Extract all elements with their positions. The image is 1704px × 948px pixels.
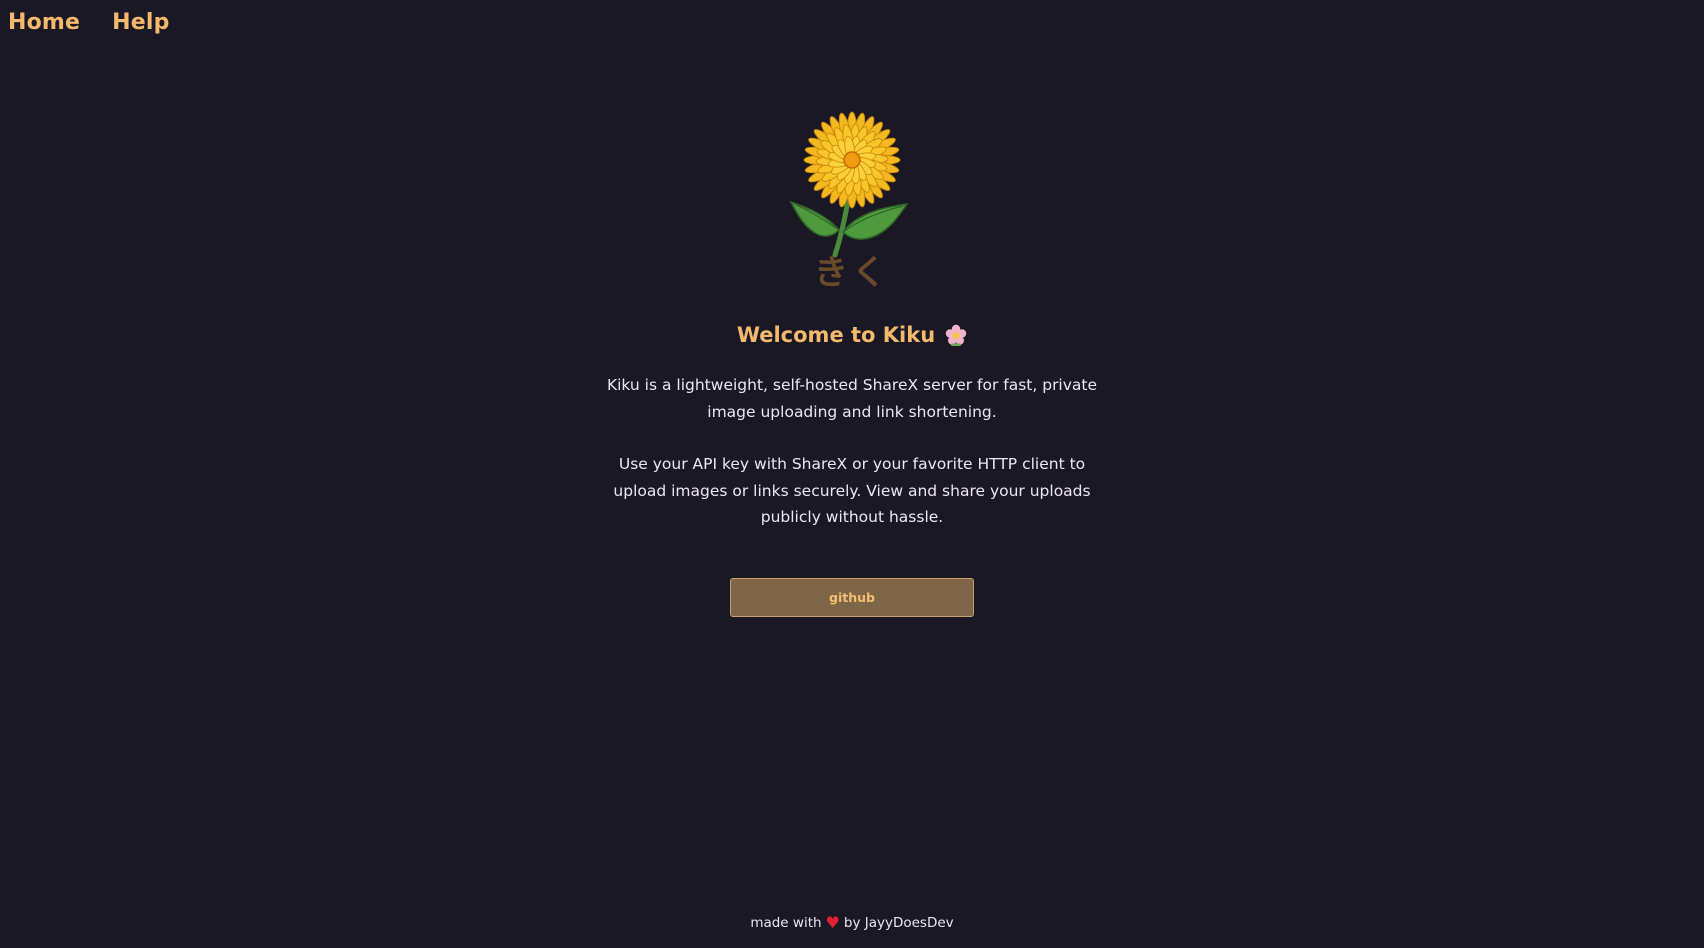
description-usage: Use your API key with ShareX or your fav… bbox=[613, 455, 1091, 526]
nav-home-link[interactable]: Home bbox=[8, 10, 80, 35]
footer-prefix: made with bbox=[750, 915, 822, 931]
github-button[interactable]: github bbox=[730, 577, 974, 617]
main-content: Welcome to Kiku Kiku is a lightweight, s… bbox=[0, 318, 1704, 617]
footer: made with ♥ by JayyDoesDev bbox=[0, 913, 1704, 932]
heart-icon: ♥ bbox=[825, 913, 840, 932]
top-nav: Home Help bbox=[8, 10, 170, 35]
nav-help-link[interactable]: Help bbox=[112, 10, 169, 35]
logo-text: きく bbox=[814, 253, 890, 293]
chrysanthemum-icon bbox=[789, 111, 909, 258]
footer-author: by JayyDoesDev bbox=[843, 915, 954, 931]
description-intro: Kiku is a lightweight, self-hosted Share… bbox=[606, 376, 1098, 421]
flower-emoji-icon bbox=[945, 324, 967, 346]
welcome-heading: Welcome to Kiku bbox=[737, 318, 967, 352]
page: Home Help きく Welcome to Kiku Kiku is a l… bbox=[0, 0, 1704, 948]
logo: きく bbox=[0, 108, 1704, 292]
welcome-title: Welcome to Kiku bbox=[736, 323, 936, 347]
